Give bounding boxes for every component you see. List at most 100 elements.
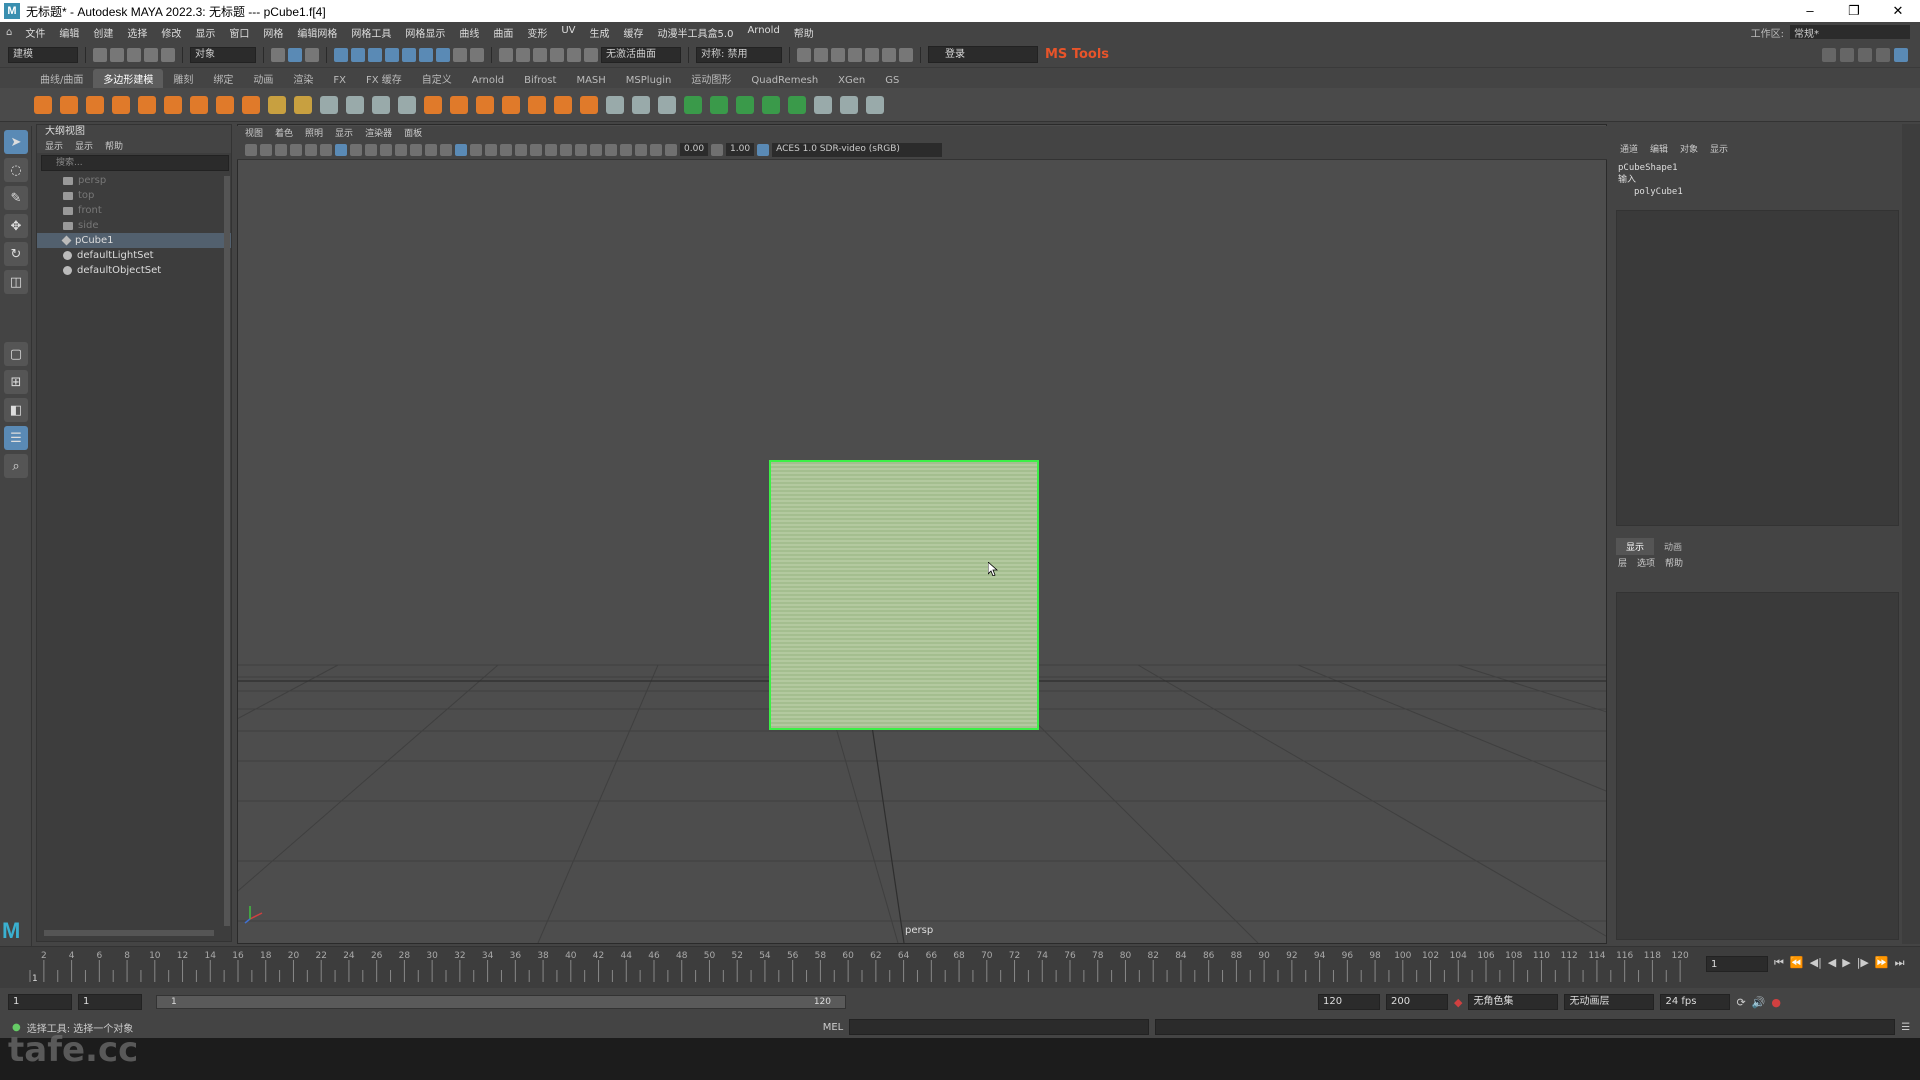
play-forward-icon[interactable]: ▶ bbox=[1842, 956, 1850, 970]
menu-item-19[interactable]: 帮助 bbox=[787, 25, 821, 40]
extrude-icon[interactable] bbox=[476, 95, 494, 114]
login-button[interactable]: 登录 bbox=[928, 46, 1038, 63]
shelf-tab-15[interactable]: XGen bbox=[828, 73, 875, 88]
outliner-layout-icon[interactable]: ☰ bbox=[4, 426, 28, 450]
attribute-editor-icon[interactable] bbox=[1840, 47, 1854, 62]
menu-item-5[interactable]: 显示 bbox=[188, 25, 222, 40]
pcube1-selected-face[interactable] bbox=[769, 460, 1039, 730]
outliner-menu-help[interactable]: 帮助 bbox=[105, 139, 123, 153]
shelf-tab-7[interactable]: FX 缓存 bbox=[356, 69, 412, 88]
close-button[interactable]: ✕ bbox=[1876, 3, 1920, 19]
loop-icon[interactable]: ⟳ bbox=[1736, 996, 1745, 1009]
outliner-row-side[interactable]: side bbox=[37, 218, 231, 233]
super-shape-icon[interactable] bbox=[242, 95, 260, 114]
home-icon[interactable]: ⌂ bbox=[0, 27, 18, 38]
gamma-icon[interactable] bbox=[711, 143, 724, 156]
bevel-icon[interactable] bbox=[528, 95, 546, 114]
outliner-row-defaultObjectSet[interactable]: defaultObjectSet bbox=[37, 263, 231, 278]
shelf-tab-3[interactable]: 绑定 bbox=[203, 69, 243, 88]
shelf-tab-0[interactable]: 曲线/曲面 bbox=[30, 69, 93, 88]
snap-point-icon[interactable] bbox=[533, 47, 547, 62]
pick-mask-vertex-icon[interactable] bbox=[334, 47, 348, 62]
grid-icon[interactable] bbox=[335, 143, 347, 156]
exposure-field[interactable]: 0.00 bbox=[680, 143, 709, 156]
select-tool-icon[interactable]: ➤ bbox=[4, 130, 28, 154]
script-editor-icon[interactable]: ☰ bbox=[1901, 1022, 1910, 1033]
arnold-render-icon[interactable] bbox=[882, 47, 896, 62]
uv-project-icon[interactable] bbox=[684, 95, 702, 114]
menu-set-dropdown[interactable]: 建模 bbox=[8, 46, 78, 63]
menu-item-9[interactable]: 网格工具 bbox=[344, 25, 398, 40]
shelf-tab-11[interactable]: MASH bbox=[566, 73, 615, 88]
outliner-row-front[interactable]: front bbox=[37, 203, 231, 218]
menu-item-17[interactable]: 动漫半工具盒5.0 bbox=[651, 25, 741, 40]
current-frame-marker[interactable]: 1 bbox=[32, 974, 38, 984]
outliner-row-pCube1[interactable]: pCube1 bbox=[37, 233, 231, 248]
menu-item-1[interactable]: 编辑 bbox=[52, 25, 86, 40]
side-panel-tabs[interactable] bbox=[1902, 124, 1920, 944]
select-by-hierarchy-icon[interactable] bbox=[271, 47, 285, 62]
safe-title-icon[interactable] bbox=[425, 143, 437, 156]
shelf-tab-5[interactable]: 渲染 bbox=[283, 69, 323, 88]
command-input[interactable] bbox=[849, 1019, 1150, 1035]
menu-item-14[interactable]: UV bbox=[554, 25, 582, 40]
menu-item-18[interactable]: Arnold bbox=[740, 25, 786, 40]
gate-mask-icon[interactable] bbox=[380, 143, 392, 156]
poly-disc-icon[interactable] bbox=[190, 95, 208, 114]
svg-icon[interactable] bbox=[294, 95, 312, 114]
shape-node-name[interactable]: pCubeShape1 bbox=[1618, 162, 1683, 174]
single-perspective-view-icon[interactable]: ▢ bbox=[4, 342, 28, 366]
select-camera-icon[interactable] bbox=[245, 143, 257, 156]
select-by-component-icon[interactable] bbox=[305, 47, 319, 62]
bookmark-icon[interactable] bbox=[275, 143, 287, 156]
isolate-select-icon[interactable] bbox=[605, 143, 617, 156]
gamma-field[interactable]: 1.00 bbox=[726, 143, 755, 156]
shelf-tab-16[interactable]: GS bbox=[875, 73, 909, 88]
search-icon[interactable]: ⌕ bbox=[4, 454, 28, 478]
bridge-icon[interactable] bbox=[502, 95, 520, 114]
wireframe-on-shaded-icon[interactable] bbox=[485, 143, 497, 156]
snap-view-plane-icon[interactable] bbox=[567, 47, 581, 62]
cache-playback-icon[interactable]: ● bbox=[1771, 996, 1781, 1009]
go-to-start-icon[interactable]: ⏮ bbox=[1774, 956, 1784, 970]
channel-box-menu-show[interactable]: 显示 bbox=[1710, 142, 1728, 155]
uv-straighten-icon[interactable] bbox=[866, 95, 884, 114]
step-forward-frame-icon[interactable]: |▶ bbox=[1857, 956, 1869, 970]
menu-item-2[interactable]: 创建 bbox=[86, 25, 120, 40]
uv-unfold-icon[interactable] bbox=[710, 95, 728, 114]
tool-settings-icon[interactable] bbox=[1858, 47, 1872, 62]
shelf-tab-1[interactable]: 多边形建模 bbox=[93, 69, 164, 88]
default-material-icon[interactable] bbox=[470, 143, 482, 156]
pick-mask-misc-icon[interactable] bbox=[402, 47, 416, 62]
uv-layout-icon[interactable] bbox=[736, 95, 754, 114]
mstools-button[interactable]: MS Tools bbox=[1045, 47, 1109, 62]
uv-editor-icon[interactable] bbox=[320, 95, 338, 114]
append-poly-icon[interactable] bbox=[580, 95, 598, 114]
minimize-button[interactable]: – bbox=[1788, 3, 1832, 19]
snap-grid-icon[interactable] bbox=[499, 47, 513, 62]
poly-torus-icon[interactable] bbox=[138, 95, 156, 114]
highlight-selection-icon[interactable] bbox=[470, 47, 484, 62]
outliner-vertical-scrollbar[interactable] bbox=[224, 176, 230, 926]
outliner-row-top[interactable]: top bbox=[37, 188, 231, 203]
channel-box-icon[interactable] bbox=[1876, 47, 1890, 62]
shelf-tab-4[interactable]: 动画 bbox=[243, 69, 283, 88]
resolution-gate-icon[interactable] bbox=[365, 143, 377, 156]
render-view-icon[interactable] bbox=[797, 47, 811, 62]
menu-item-16[interactable]: 缓存 bbox=[617, 25, 651, 40]
platonic-solid-icon[interactable] bbox=[216, 95, 234, 114]
step-back-key-icon[interactable]: ⏪ bbox=[1790, 956, 1804, 970]
uv-cut-icon[interactable] bbox=[762, 95, 780, 114]
layer-menu-options[interactable]: 选项 bbox=[1637, 556, 1655, 569]
menu-item-11[interactable]: 曲线 bbox=[452, 25, 486, 40]
quad-draw-icon[interactable] bbox=[658, 95, 676, 114]
go-to-end-icon[interactable]: ⏭ bbox=[1895, 956, 1905, 970]
modeling-toolkit-icon[interactable] bbox=[1822, 47, 1836, 62]
lock-selection-icon[interactable] bbox=[453, 47, 467, 62]
uv-snapshot-icon[interactable] bbox=[840, 95, 858, 114]
auto-key-icon[interactable]: ◆ bbox=[1454, 996, 1462, 1009]
uv-sew-icon[interactable] bbox=[788, 95, 806, 114]
layer-menu-layers[interactable]: 层 bbox=[1618, 556, 1627, 569]
snap-curve-icon[interactable] bbox=[516, 47, 530, 62]
scale-tool-icon[interactable]: ◫ bbox=[4, 270, 28, 294]
